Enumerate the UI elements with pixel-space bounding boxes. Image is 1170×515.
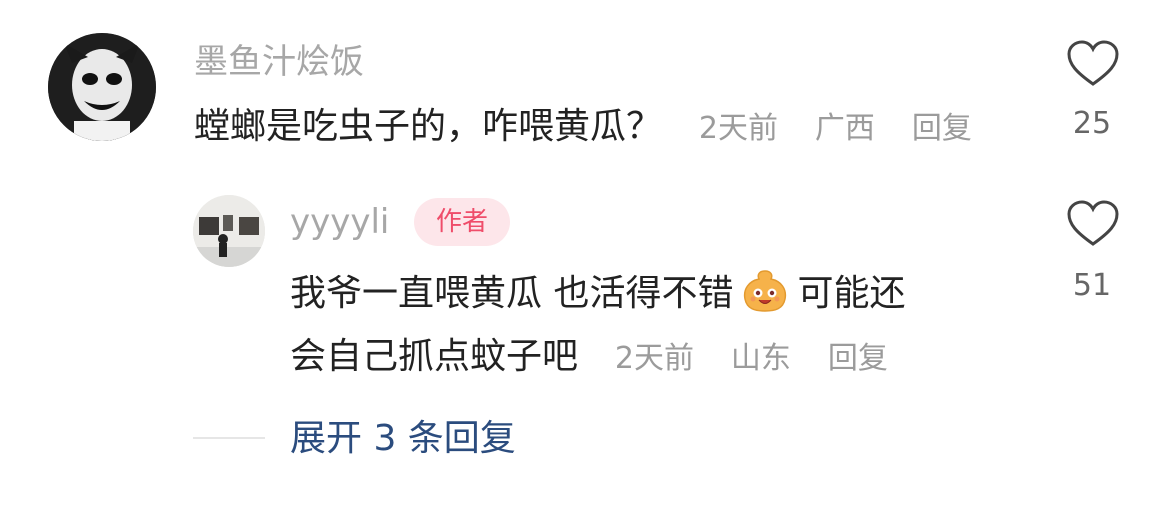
- comment-time: 2天前: [698, 111, 779, 146]
- reply-button[interactable]: 回复: [912, 111, 972, 146]
- like-count: 25: [1072, 106, 1112, 141]
- gallery-avatar-icon: [193, 195, 265, 267]
- reply-location: 山东: [730, 341, 791, 376]
- comment-body: 螳螂是吃虫子的，咋喂黄瓜？: [194, 106, 663, 147]
- clown-avatar-icon: [48, 33, 156, 141]
- reply-text-line2: 会自己抓点蚊子吧 2天前 山东 回复: [290, 333, 888, 383]
- reply-reply-button[interactable]: 回复: [828, 341, 888, 376]
- divider: [193, 437, 265, 439]
- reply-time: 2天前: [614, 341, 695, 376]
- comment-text: 螳螂是吃虫子的，咋喂黄瓜？ 2天前 广西 回复: [194, 103, 972, 153]
- reply-text-line1: 我爷一直喂黄瓜 也活得不错 可能还: [290, 265, 905, 318]
- heart-icon: [1067, 200, 1119, 246]
- smiling-face-emoji-icon: [741, 265, 789, 313]
- reply-body-part2: 可能还: [797, 273, 906, 314]
- expand-replies-button[interactable]: 展开 3 条回复: [290, 416, 516, 462]
- reply-body-part1: 我爷一直喂黄瓜 也活得不错: [290, 273, 734, 314]
- comment-author-name[interactable]: 墨鱼汁烩饭: [194, 40, 364, 84]
- reply-like-count: 51: [1072, 268, 1112, 303]
- comment-location: 广西: [814, 111, 875, 146]
- reply-avatar[interactable]: [193, 195, 265, 267]
- reply-body-line2: 会自己抓点蚊子吧: [290, 336, 579, 377]
- reply-like-button[interactable]: [1066, 200, 1120, 248]
- like-button[interactable]: [1066, 40, 1120, 88]
- author-badge: 作者: [414, 198, 510, 246]
- reply-author-name[interactable]: yyyyli: [290, 200, 389, 244]
- avatar[interactable]: [48, 33, 156, 141]
- heart-icon: [1067, 40, 1119, 86]
